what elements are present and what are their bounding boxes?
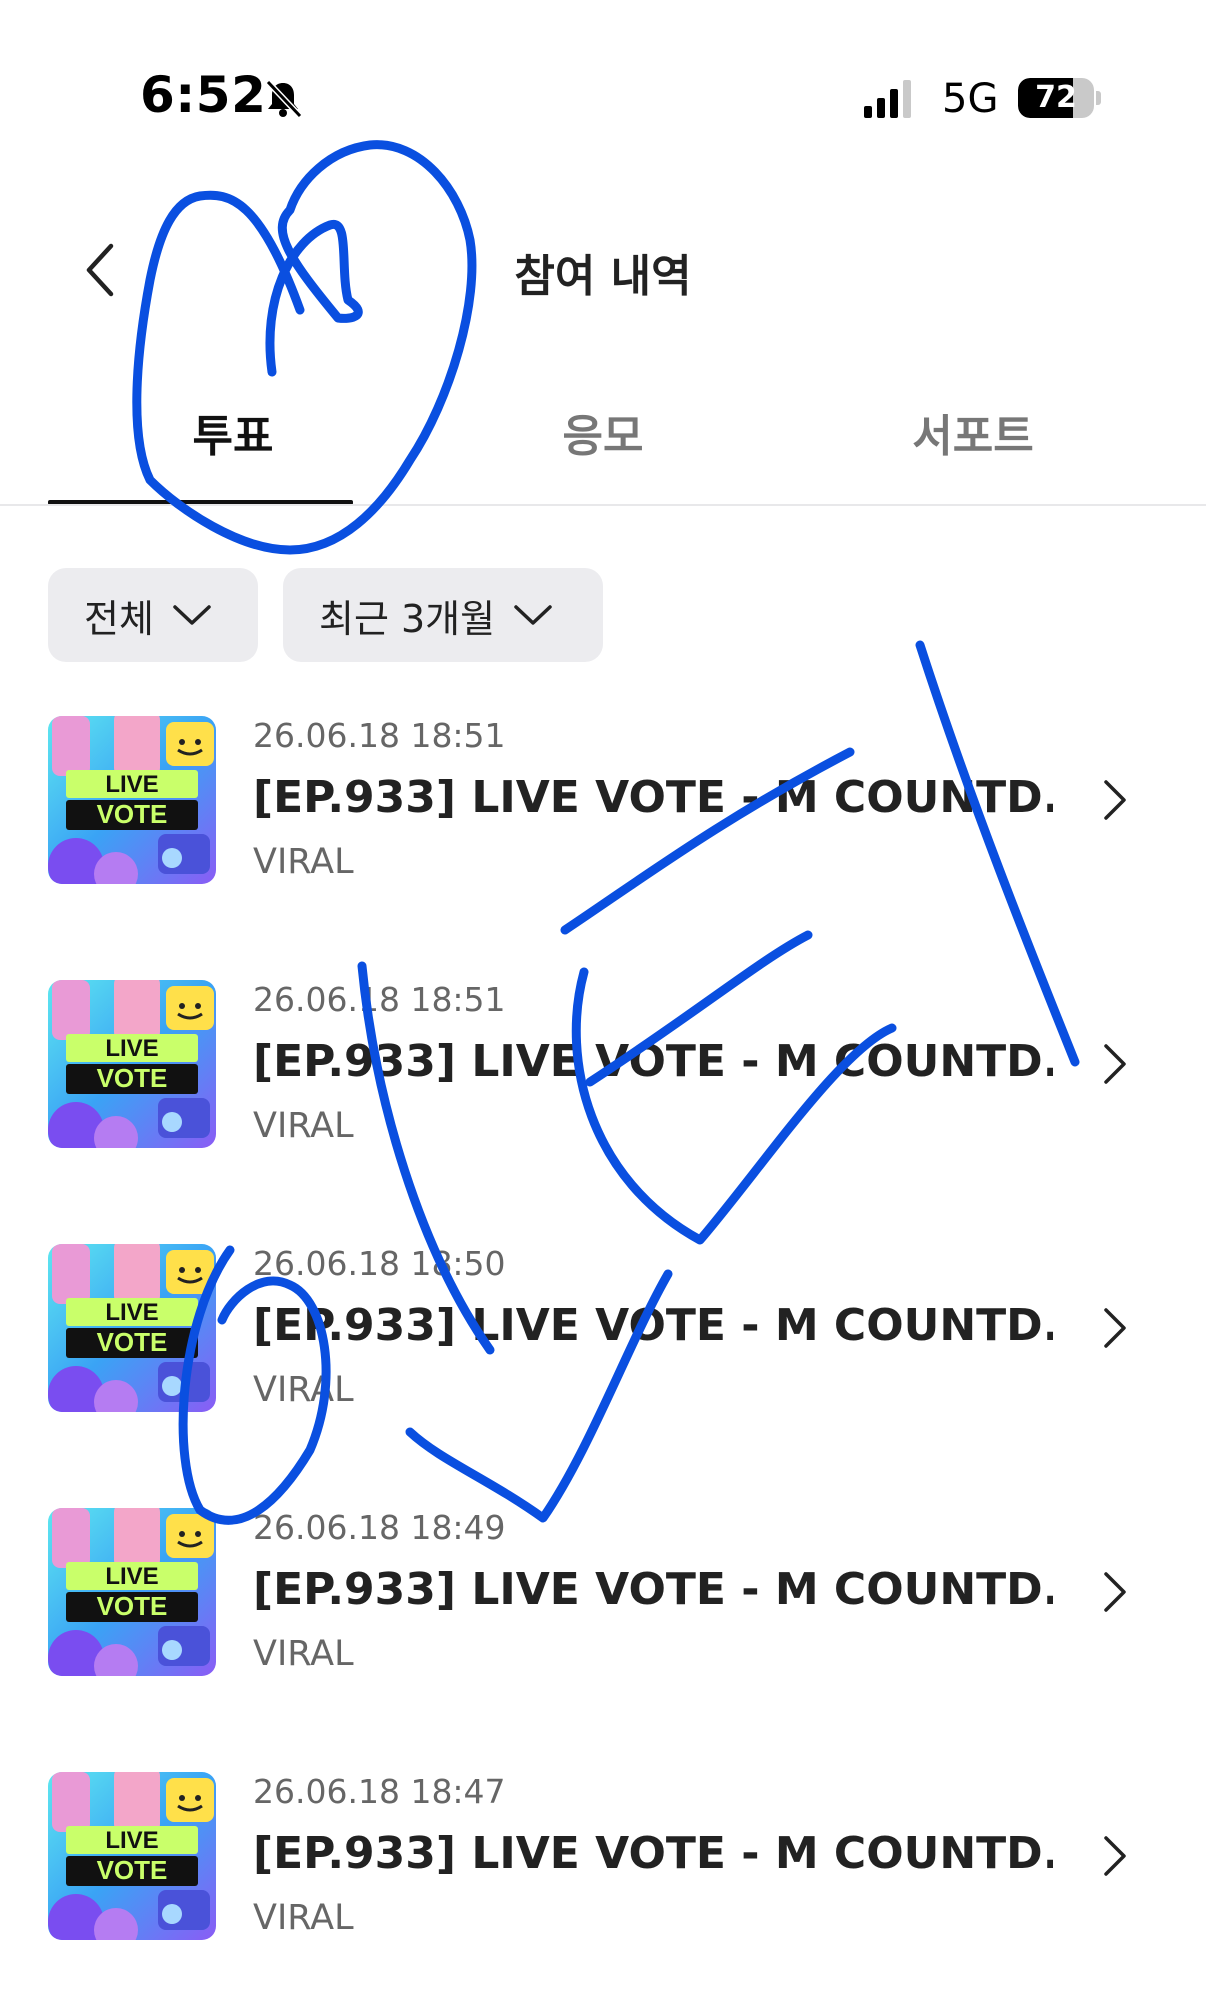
vote-thumbnail: LIVE VOTE <box>48 1244 216 1412</box>
item-date: 26.06.18 18:51 <box>253 980 506 1019</box>
item-subtitle: VIRAL <box>253 1898 354 1938</box>
item-date: 26.06.18 18:47 <box>253 1772 506 1811</box>
battery-indicator: 72 <box>1018 78 1101 118</box>
thumbnail-text-line2: VOTE <box>97 1855 168 1885</box>
tab-entry[interactable]: 응모 <box>418 385 788 505</box>
vote-thumbnail: LIVE VOTE <box>48 716 216 884</box>
thumbnail-text-line1: LIVE <box>105 771 158 798</box>
thumbnail-text-line1: LIVE <box>105 1299 158 1326</box>
filter-category-dropdown[interactable]: 전체 <box>48 568 258 662</box>
thumbnail-text-line1: LIVE <box>105 1827 158 1854</box>
chevron-down-icon <box>514 605 552 625</box>
battery-percent: 72 <box>1035 80 1077 115</box>
thumbnail-text-line1: LIVE <box>105 1563 158 1590</box>
status-bar: 6:52 5G 72 <box>0 0 1206 200</box>
thumbnail-text-line2: VOTE <box>97 799 168 829</box>
tab-vote[interactable]: 투표 <box>48 385 418 505</box>
thumbnail-text-line2: VOTE <box>97 1591 168 1621</box>
vote-thumbnail: LIVE VOTE <box>48 1508 216 1676</box>
item-title: [EP.933] LIVE VOTE - M COUNTD... <box>253 1300 1053 1351</box>
item-date: 26.06.18 18:50 <box>253 1244 506 1283</box>
page-title: 참여 내역 <box>514 251 692 302</box>
bell-slash-icon <box>265 79 303 119</box>
filter-period-label: 최근 3개월 <box>319 596 496 641</box>
item-date: 26.06.18 18:49 <box>253 1508 506 1547</box>
item-title: [EP.933] LIVE VOTE - M COUNTD... <box>253 1564 1053 1615</box>
network-type: 5G <box>942 76 999 122</box>
thumbnail-text-line2: VOTE <box>97 1063 168 1093</box>
thumbnail-text-line2: VOTE <box>97 1327 168 1357</box>
item-subtitle: VIRAL <box>253 1634 354 1674</box>
list-item[interactable]: LIVE VOTE 26.06.18 18:51 [EP.933] LIVE V… <box>0 700 1206 964</box>
chevron-right-icon <box>1104 1836 1126 1876</box>
item-subtitle: VIRAL <box>253 842 354 882</box>
chevron-right-icon <box>1104 1308 1126 1348</box>
cellular-signal-icon <box>864 80 911 118</box>
status-time: 6:52 <box>140 66 267 124</box>
item-title: [EP.933] LIVE VOTE - M COUNTD... <box>253 1036 1053 1087</box>
list-item[interactable]: LIVE VOTE 26.06.18 18:47 [EP.933] LIVE V… <box>0 1756 1206 1989</box>
item-subtitle: VIRAL <box>253 1106 354 1146</box>
list-item[interactable]: LIVE VOTE 26.06.18 18:51 [EP.933] LIVE V… <box>0 964 1206 1228</box>
participation-list: LIVE VOTE 26.06.18 18:51 [EP.933] LIVE V… <box>0 700 1206 1989</box>
chevron-right-icon <box>1104 1044 1126 1084</box>
item-title: [EP.933] LIVE VOTE - M COUNTD... <box>253 1828 1053 1879</box>
battery-cap <box>1096 91 1101 105</box>
list-item[interactable]: LIVE VOTE 26.06.18 18:49 [EP.933] LIVE V… <box>0 1492 1206 1756</box>
filter-period-dropdown[interactable]: 최근 3개월 <box>283 568 603 662</box>
thumbnail-text-line1: LIVE <box>105 1035 158 1062</box>
chevron-right-icon <box>1104 1572 1126 1612</box>
vote-thumbnail: LIVE VOTE <box>48 980 216 1148</box>
tab-support[interactable]: 서포트 <box>788 385 1158 505</box>
chevron-right-icon <box>1104 780 1126 820</box>
tab-bar: 투표 응모 서포트 <box>48 385 1158 505</box>
tab-divider <box>0 504 1206 506</box>
vote-thumbnail: LIVE VOTE <box>48 1772 216 1940</box>
battery-body: 72 <box>1018 78 1094 118</box>
chevron-down-icon <box>173 605 211 625</box>
filter-category-label: 전체 <box>84 596 154 641</box>
item-title: [EP.933] LIVE VOTE - M COUNTD... <box>253 772 1053 823</box>
item-date: 26.06.18 18:51 <box>253 716 506 755</box>
item-subtitle: VIRAL <box>253 1370 354 1410</box>
list-item[interactable]: LIVE VOTE 26.06.18 18:50 [EP.933] LIVE V… <box>0 1228 1206 1492</box>
